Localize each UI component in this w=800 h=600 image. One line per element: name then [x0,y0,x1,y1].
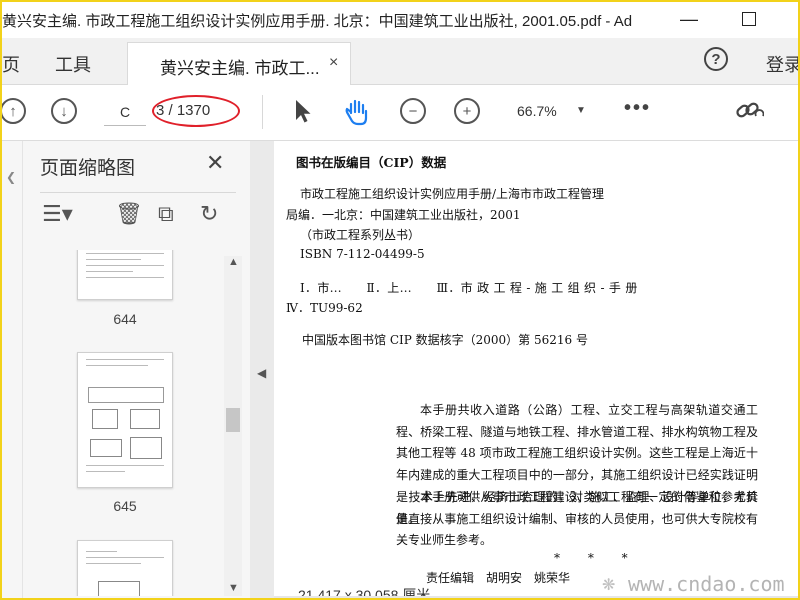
thumbnail-content [86,465,164,477]
main-toolbar: ↑ ↓ C 3 / 1370 − + 66.7% ▼ ••• [0,85,800,141]
watermark-text: www.cndao.com [628,572,785,596]
horizontal-scrollbar[interactable] [274,596,800,600]
cip-number-line: 中国版本图书馆 CIP 数据核字（2000）第 56216 号 [302,333,588,347]
chevron-down-icon[interactable]: ▼ [576,105,586,116]
thumbnail-page[interactable] [77,540,173,596]
thumbnail-scrollbar[interactable]: ▲ ▼ [224,256,242,596]
scroll-down-icon[interactable]: ▼ [228,582,239,594]
panel-title: 页面缩略图 [40,158,136,179]
trash-icon[interactable]: 🗑 [115,201,143,227]
link-icon [736,102,765,118]
cip-heading: 图书在版编目（CIP）数据 [296,155,447,170]
cip-line: （市政工程系列丛书） [300,228,421,242]
login-button[interactable]: 登录 [766,51,800,77]
thumbnail-figure [130,409,160,429]
rotate-icon[interactable]: ↻ [200,201,218,227]
select-tool-button[interactable] [293,98,313,131]
hand-tool-button[interactable] [342,97,372,134]
arrow-up-icon: ↑ [9,102,17,120]
thumbnail-list: 644 645 [40,250,220,596]
plus-icon: + [462,102,472,120]
arrow-down-icon: ↓ [60,102,68,120]
thumbnail-figure [130,437,162,459]
audience-paragraph: 本手册可供从事市政工程建设、施工、监理、设计等单位，尤其是直接从事施工组织设计编… [396,490,758,548]
minimize-button[interactable]: — [666,4,712,34]
thumbnail-content [86,551,164,569]
thumbnail-figure [98,581,140,596]
thumbnail-label: 645 [113,498,137,514]
classification-line: Ⅰ．市… Ⅱ．上… Ⅲ．市 政 工 程 - 施 工 组 织 - 手 册 [300,281,638,295]
document-view[interactable]: 图书在版编目（CIP）数据 市政工程施工组织设计实例应用手册/上海市市政工程管理… [274,141,800,600]
document-tab[interactable]: 黄兴安主编. 市政工... × [127,42,351,85]
watermark-logo-icon: ❋ [602,577,616,594]
thumbnail-options-icon[interactable]: ☰▾ [42,201,73,227]
cip-line: 市政工程施工组织设计实例应用手册/上海市市政工程管理 [300,187,605,201]
thumbnail-page[interactable] [77,250,173,300]
toolbar-divider [262,95,263,129]
tab-home-pages[interactable]: 页 [2,51,20,77]
tab-tools[interactable]: 工具 [55,51,91,77]
thumbnail-label: 644 [113,311,137,327]
extract-pages-icon[interactable]: ⧉ [158,201,174,227]
classification-line: Ⅳ．TU99-62 [286,301,363,315]
thumbnail-figure [90,439,122,457]
editor-line: 责任编辑 胡明安 姚荣华 [426,571,571,585]
thumbnail-figure [92,409,118,429]
zoom-in-button[interactable]: + [454,98,480,124]
window-title: 黄兴安主编. 市政工程施工组织设计实例应用手册. 北京：中国建筑工业出版社, 2… [2,13,633,30]
pointer-arrow-icon [296,100,311,123]
zoom-out-button[interactable]: − [400,98,426,124]
zoom-level[interactable]: 66.7% [517,103,557,119]
collapse-left-icon[interactable]: ◀ [257,366,266,380]
help-icon[interactable]: ? [704,47,728,71]
tab-bar: 页 工具 黄兴安主编. 市政工... × ? 登录 [0,38,800,85]
panel-collapse-gutter[interactable]: ◀ [250,141,274,600]
next-page-button[interactable]: ↓ [51,98,77,124]
minimize-icon: — [680,8,698,29]
panel-divider [40,192,236,193]
cip-line: 局编．一北京：中国建筑工业出版社，2001 [286,208,521,222]
close-tab-icon[interactable]: × [329,54,338,72]
previous-page-button[interactable]: ↑ [0,98,26,124]
minus-icon: − [408,102,418,120]
hand-icon [345,99,368,126]
thumbnail-content [86,253,164,283]
separator-stars: * * * [554,551,640,565]
share-link-button[interactable] [734,98,765,131]
page-number-input[interactable]: C [104,99,146,126]
maximize-icon [742,12,756,26]
document-tab-label: 黄兴安主编. 市政工... [160,59,320,78]
scrollbar-thumb[interactable] [226,408,240,432]
maximize-button[interactable] [726,4,772,34]
isbn-line: ISBN 7-112-04499-5 [300,247,425,261]
thumbnail-content [86,359,164,371]
thumbnail-table [88,387,164,403]
window-titlebar: 黄兴安主编. 市政工程施工组织设计实例应用手册. 北京：中国建筑工业出版社, 2… [0,0,800,38]
caret-left-icon[interactable]: ❮ [6,170,16,184]
scroll-up-icon[interactable]: ▲ [228,256,239,268]
more-tools-icon[interactable]: ••• [624,97,651,120]
close-panel-icon[interactable]: ✕ [206,150,224,176]
red-highlight-ellipse [152,95,240,127]
thumbnail-page[interactable] [77,352,173,488]
panel-edge-strip: ❮ [0,141,23,600]
